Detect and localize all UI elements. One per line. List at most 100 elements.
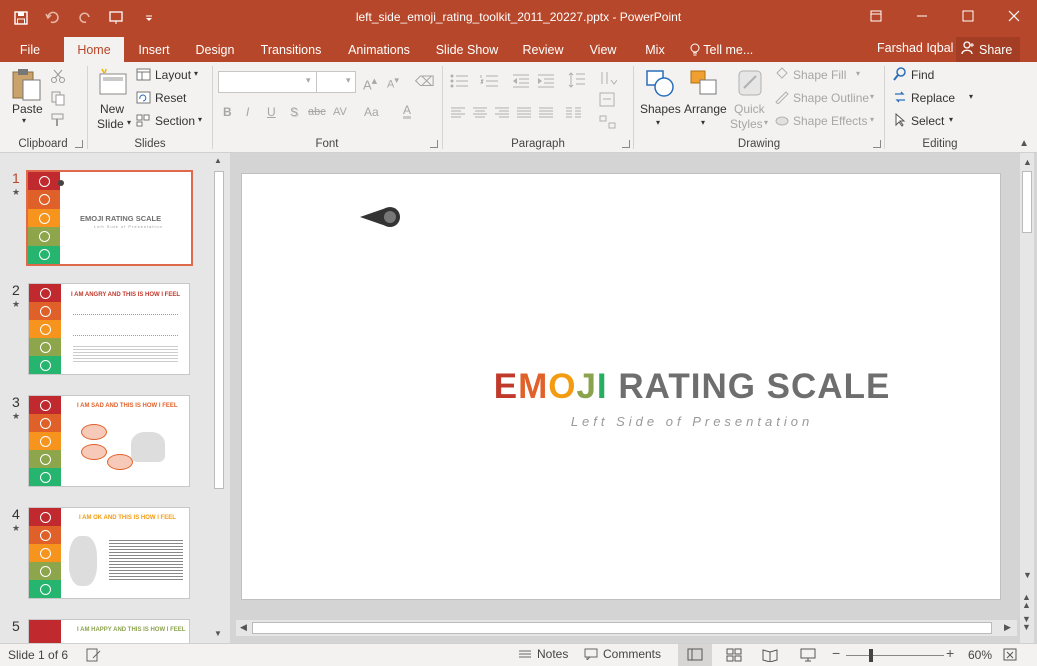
shapes-button[interactable]: Shapes ▾ <box>638 66 682 132</box>
align-text-icon[interactable] <box>599 92 617 108</box>
zoom-slider-track[interactable] <box>846 655 944 656</box>
thumbnails-scrollbar[interactable]: ▲ ▼ <box>213 153 225 643</box>
drawing-launcher-icon[interactable] <box>873 140 881 148</box>
tell-me-search[interactable]: Tell me... <box>690 40 762 62</box>
character-spacing-button[interactable]: AV <box>333 106 347 118</box>
increase-font-icon[interactable]: A▴ <box>363 74 377 92</box>
slide-thumbnail-3[interactable]: I AM SAD AND THIS IS HOW I FEEL <box>28 395 190 487</box>
align-center-icon[interactable] <box>472 107 488 119</box>
tab-animations[interactable]: Animations <box>344 40 414 62</box>
tab-view[interactable]: View <box>586 40 620 62</box>
spelling-check-icon[interactable] <box>85 648 101 662</box>
underline-button[interactable]: U <box>267 105 276 119</box>
font-launcher-icon[interactable] <box>430 140 438 148</box>
section-button[interactable]: Section ▾ <box>136 112 210 130</box>
shape-outline-button[interactable]: Shape Outline ▾ <box>774 89 884 107</box>
zoom-slider-thumb[interactable] <box>869 649 873 662</box>
slide-thumbnail-4[interactable]: I AM OK AND THIS IS HOW I FEEL <box>28 507 190 599</box>
band-neutral[interactable] <box>242 345 391 431</box>
tab-transitions[interactable]: Transitions <box>258 40 324 62</box>
rating-pointer-icon[interactable] <box>358 202 402 232</box>
select-button[interactable]: Select ▾ <box>893 112 973 130</box>
tab-design[interactable]: Design <box>192 40 238 62</box>
slide-thumbnail-2[interactable]: I AM ANGRY AND THIS IS HOW I FEEL <box>28 283 190 375</box>
cut-icon[interactable] <box>50 68 66 84</box>
band-happy[interactable] <box>242 516 391 599</box>
slide-show-icon[interactable] <box>800 648 816 662</box>
zoom-level[interactable]: 60% <box>968 648 992 662</box>
slide-sorter-icon[interactable] <box>726 648 742 662</box>
bullets-icon[interactable] <box>450 74 470 88</box>
paragraph-launcher-icon[interactable] <box>622 140 630 148</box>
clipboard-launcher-icon[interactable] <box>75 140 83 148</box>
strikethrough-button[interactable]: abc <box>308 106 326 118</box>
copy-icon[interactable] <box>50 90 66 106</box>
maximize-icon[interactable] <box>945 0 991 32</box>
increase-indent-icon[interactable] <box>537 74 555 88</box>
shadow-button[interactable]: S <box>290 105 298 119</box>
reading-view-icon[interactable] <box>762 648 778 662</box>
notes-button[interactable]: Notes <box>518 647 568 661</box>
align-right-icon[interactable] <box>494 107 510 119</box>
slide-subtitle[interactable]: Left Side of Presentation <box>482 414 902 429</box>
justify-icon[interactable] <box>516 107 532 119</box>
tab-insert[interactable]: Insert <box>134 40 174 62</box>
new-slide-button[interactable]: New Slide ▾ <box>94 66 134 134</box>
slide-thumbnail-1[interactable]: EMOJI RATING SCALE Left Side of Presenta… <box>26 170 193 266</box>
replace-button[interactable]: Replace ▾ <box>893 89 983 107</box>
slide-counter[interactable]: Slide 1 of 6 <box>8 648 68 662</box>
scroll-up-icon[interactable]: ▲ <box>214 156 222 165</box>
scroll-right-icon[interactable]: ▶ <box>1004 622 1011 633</box>
scroll-thumb[interactable] <box>252 622 992 634</box>
smartart-icon[interactable] <box>599 114 617 130</box>
tab-mix[interactable]: Mix <box>640 40 670 62</box>
change-case-button[interactable]: Aa <box>364 105 379 119</box>
fit-slide-icon[interactable] <box>1003 648 1017 662</box>
arrange-button[interactable]: Arrange ▾ <box>682 66 728 132</box>
horizontal-scrollbar[interactable]: ◀ ▶ <box>236 620 1017 636</box>
minimize-icon[interactable] <box>899 0 945 32</box>
text-direction-icon[interactable] <box>599 70 617 86</box>
next-slide-icon[interactable]: ▼ ▼ <box>1022 615 1031 632</box>
zoom-in-button[interactable]: + <box>946 645 954 661</box>
slide-thumbnail-5[interactable]: I AM HAPPY AND THIS IS HOW I FEEL <box>28 619 190 643</box>
line-spacing-icon[interactable] <box>568 72 586 88</box>
paste-button[interactable]: Paste ▾ <box>8 66 44 134</box>
numbering-icon[interactable] <box>480 74 500 88</box>
scroll-down-icon[interactable]: ▼ <box>1023 570 1032 580</box>
distributed-icon[interactable] <box>538 107 554 119</box>
quick-styles-button[interactable]: Quick Styles ▾ <box>730 66 772 136</box>
band-smile[interactable] <box>242 431 391 516</box>
share-button[interactable]: Share <box>956 37 1020 62</box>
bold-button[interactable]: B <box>223 105 232 119</box>
user-name[interactable]: Farshad Iqbal <box>877 41 953 55</box>
tab-review[interactable]: Review <box>520 40 566 62</box>
reset-button[interactable]: Reset <box>136 89 206 107</box>
font-family-dropdown-icon[interactable]: ▾ <box>306 75 311 86</box>
scroll-left-icon[interactable]: ◀ <box>240 622 247 633</box>
layout-button[interactable]: Layout ▾ <box>136 66 206 84</box>
font-color-button[interactable]: A <box>403 104 412 119</box>
shape-fill-button[interactable]: Shape Fill ▾ <box>774 66 874 84</box>
font-family-input[interactable] <box>218 71 320 93</box>
previous-slide-icon[interactable]: ▲ ▲ <box>1022 593 1031 610</box>
slide-title[interactable]: EMOJI RATING SCALE <box>482 367 902 407</box>
zoom-out-button[interactable]: − <box>832 645 840 661</box>
tab-file[interactable]: File <box>12 40 48 62</box>
comments-button[interactable]: Comments <box>584 647 661 661</box>
scroll-thumb[interactable] <box>1022 171 1032 233</box>
tab-home[interactable]: Home <box>64 37 124 62</box>
scroll-thumb[interactable] <box>214 171 224 489</box>
decrease-font-icon[interactable]: A▾ <box>387 75 399 91</box>
tab-slide-show[interactable]: Slide Show <box>434 40 500 62</box>
columns-icon[interactable] <box>565 107 583 119</box>
scroll-up-icon[interactable]: ▲ <box>1023 157 1032 167</box>
clear-formatting-icon[interactable]: ⌫ <box>415 73 435 90</box>
decrease-indent-icon[interactable] <box>512 74 530 88</box>
align-left-icon[interactable] <box>450 107 466 119</box>
slide-scrollbar[interactable]: ▲ ▼ ▲ ▲ ▼ ▼ <box>1020 153 1034 643</box>
find-button[interactable]: Find <box>893 66 973 84</box>
scroll-down-icon[interactable]: ▼ <box>214 629 222 638</box>
band-sad[interactable] <box>242 260 391 345</box>
close-icon[interactable] <box>991 0 1037 32</box>
